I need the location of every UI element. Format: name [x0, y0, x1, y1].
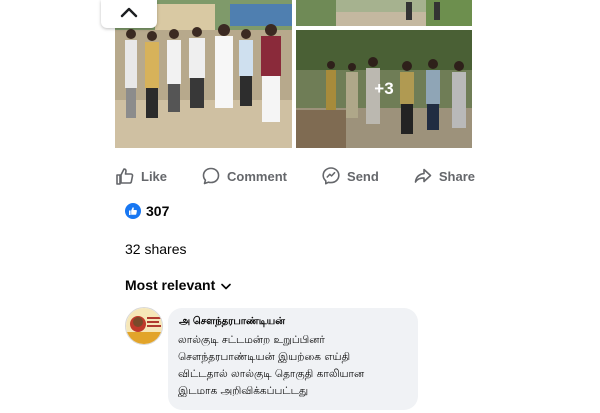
reaction-summary[interactable]: 307	[125, 203, 169, 219]
reaction-count: 307	[146, 203, 170, 219]
comments-sort-dropdown[interactable]: Most relevant	[125, 277, 232, 293]
comment-bubble: அ சௌந்தரபாண்டியன் லால்குடி சட்டமன்ற உறுப…	[168, 308, 418, 410]
send-label: Send	[347, 168, 379, 184]
post-action-bar: Like Comment Send Share	[115, 160, 475, 192]
comment-icon	[201, 166, 221, 186]
post-photo-more[interactable]: +3	[296, 30, 472, 148]
like-button[interactable]: Like	[115, 160, 167, 192]
send-button[interactable]: Send	[321, 160, 379, 192]
like-reaction-icon	[125, 203, 141, 219]
share-label: Share	[438, 168, 475, 184]
chevron-down-icon	[221, 277, 232, 293]
chevron-up-icon	[120, 5, 138, 23]
share-button[interactable]: Share	[413, 160, 475, 192]
commenter-avatar[interactable]	[125, 307, 163, 345]
comments-sort-label: Most relevant	[125, 277, 216, 293]
comment-author[interactable]: அ சௌந்தரபாண்டியன்	[178, 316, 408, 328]
messenger-icon	[321, 166, 341, 186]
collapse-button[interactable]	[101, 0, 157, 28]
shares-count[interactable]: 32 shares	[125, 241, 186, 257]
comment-button[interactable]: Comment	[201, 160, 287, 192]
like-label: Like	[141, 168, 168, 184]
thumbs-up-icon	[115, 166, 135, 186]
comment-label: Comment	[227, 168, 287, 184]
comment-text: லால்குடி சட்டமன்ற உறுப்பினர் சௌந்தரபாண்ட…	[178, 334, 365, 397]
share-arrow-icon	[413, 166, 433, 186]
post-photo[interactable]	[296, 0, 472, 26]
more-photos-count: +3	[296, 30, 472, 148]
